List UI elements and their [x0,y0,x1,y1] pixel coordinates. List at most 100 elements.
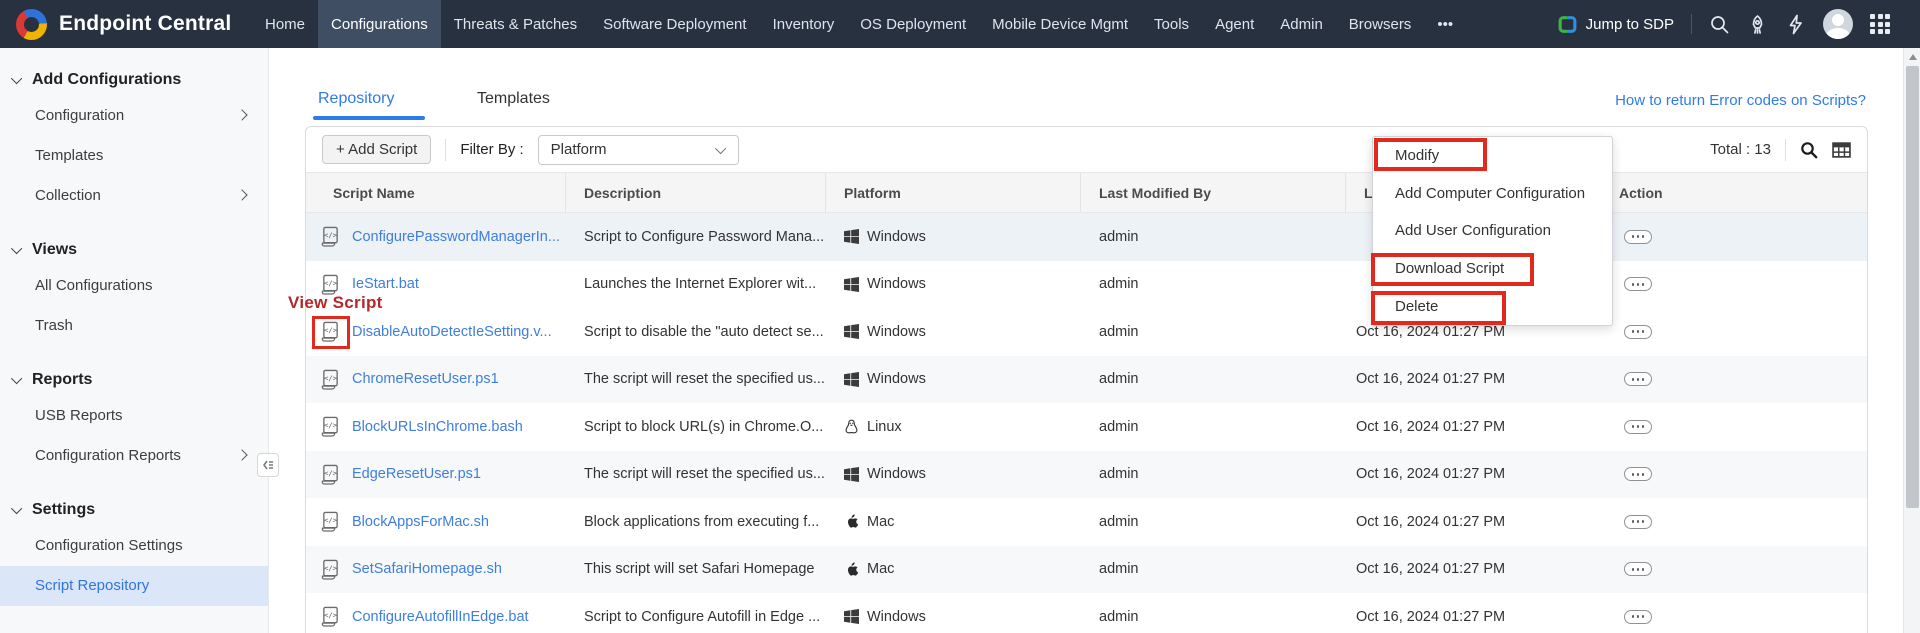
tab-templates[interactable]: Templates [477,90,550,108]
sidebar-collapse-toggle[interactable] [257,453,279,477]
app-grid-icon[interactable] [1870,14,1890,34]
script-name-link[interactable]: DisableAutoDetectIeSetting.v... [352,324,552,340]
column-header-script-name[interactable]: Script Name [306,173,566,212]
menu-item-add-user-configuration[interactable]: Add User Configuration [1373,212,1612,250]
tab-repository[interactable]: Repository [318,90,394,108]
sidebar-item-templates[interactable]: Templates [0,136,268,176]
scrollbar-up-arrow[interactable] [1904,48,1920,65]
script-icon[interactable] [321,369,340,390]
column-header-action[interactable]: Action [1601,173,1867,212]
table-toolbar: + Add Script Filter By : Platform Total … [306,127,1867,172]
script-icon[interactable] [321,416,340,437]
script-name-link[interactable]: BlockURLsInChrome.bash [352,419,523,435]
script-name-link[interactable]: ConfigurePasswordManagerIn... [352,229,560,245]
row-actions-button[interactable] [1624,467,1652,481]
main-content: Repository Templates How to return Error… [269,48,1903,633]
script-icon[interactable] [321,274,340,295]
script-icon[interactable] [321,464,340,485]
search-icon[interactable] [1800,141,1818,159]
sidebar-item-configuration-reports[interactable]: Configuration Reports [0,436,268,476]
windows-icon [844,277,859,292]
sidebar-section-reports[interactable]: Reports [0,364,268,396]
nav-item-os-deployment[interactable]: OS Deployment [847,0,979,48]
row-actions-button[interactable] [1624,610,1652,624]
nav-more-menu[interactable]: ••• [1424,0,1466,48]
script-icon[interactable] [321,226,340,247]
user-avatar[interactable] [1823,9,1853,39]
nav-item-browsers[interactable]: Browsers [1336,0,1425,48]
script-icon[interactable] [321,511,340,532]
row-actions-button[interactable] [1624,562,1652,576]
sidebar-item-configuration-settings[interactable]: Configuration Settings [0,526,268,566]
row-actions-button[interactable] [1624,515,1652,529]
row-actions-button[interactable] [1624,230,1652,244]
script-icon[interactable] [321,559,340,580]
windows-icon [844,229,859,244]
script-name-link[interactable]: EdgeResetUser.ps1 [352,466,481,482]
table-view-icon[interactable] [1832,142,1851,158]
nav-item-tools[interactable]: Tools [1141,0,1202,48]
rocket-icon[interactable] [1747,14,1768,35]
script-name-link[interactable]: IeStart.bat [352,276,419,292]
chevron-right-icon [236,109,247,120]
sidebar-section-add-configurations[interactable]: Add Configurations [0,64,268,96]
error-codes-help-link[interactable]: How to return Error codes on Scripts? [1615,92,1866,109]
sidebar-item-collection[interactable]: Collection [0,176,268,216]
vertical-scrollbar[interactable] [1903,48,1920,633]
nav-item-threats-patches[interactable]: Threats & Patches [441,0,590,48]
column-header-description[interactable]: Description [566,173,826,212]
divider [1785,139,1786,161]
table-row: SetSafariHomepage.sh This script will se… [306,546,1867,594]
sidebar-item-configuration[interactable]: Configuration [0,96,268,136]
menu-item-download-script[interactable]: Download Script [1373,250,1612,288]
nav-item-mobile-device-mgmt[interactable]: Mobile Device Mgmt [979,0,1141,48]
modified-by: admin [1081,593,1346,633]
brand[interactable]: Endpoint Central [0,9,252,40]
endpoint-central-app: Endpoint Central Home Configurations Thr… [0,0,1920,633]
script-name-link[interactable]: BlockAppsForMac.sh [352,514,489,530]
sidebar-item-all-configurations[interactable]: All Configurations [0,266,268,306]
nav-item-agent[interactable]: Agent [1202,0,1267,48]
row-actions-button[interactable] [1624,420,1652,434]
nav-item-inventory[interactable]: Inventory [760,0,848,48]
column-header-platform[interactable]: Platform [826,173,1081,212]
row-actions-button[interactable] [1624,325,1652,339]
row-actions-button[interactable] [1624,277,1652,291]
script-name-link[interactable]: ConfigureAutofillInEdge.bat [352,609,529,625]
modified-by: admin [1081,308,1346,356]
mac-icon [844,514,859,529]
script-description: Launches the Internet Explorer wit... [566,261,826,309]
script-icon[interactable] [321,606,340,627]
script-description: Script to Configure Password Mana... [566,213,826,261]
menu-item-add-computer-configuration[interactable]: Add Computer Configuration [1373,175,1612,213]
menu-item-delete[interactable]: Delete [1373,287,1612,325]
nav-item-admin[interactable]: Admin [1267,0,1336,48]
windows-icon [844,609,859,624]
jump-to-sdp-button[interactable]: Jump to SDP [1557,14,1674,35]
sidebar-section-views[interactable]: Views [0,234,268,266]
script-icon[interactable] [321,321,340,342]
brand-name: Endpoint Central [59,12,231,36]
search-icon[interactable] [1709,14,1730,35]
script-name-link[interactable]: SetSafariHomepage.sh [352,561,502,577]
modified-by: admin [1081,546,1346,594]
script-description: The script will reset the specified us..… [566,451,826,499]
nav-item-software-deployment[interactable]: Software Deployment [590,0,759,48]
sidebar-item-usb-reports[interactable]: USB Reports [0,396,268,436]
menu-item-modify[interactable]: Modify [1373,137,1612,175]
column-header-last-modified-by[interactable]: Last Modified By [1081,173,1346,212]
platform-filter-select[interactable]: Platform [538,135,739,165]
lightning-icon[interactable] [1785,14,1806,35]
nav-item-home[interactable]: Home [252,0,318,48]
sidebar-item-script-repository[interactable]: Script Repository [0,566,268,606]
main-menu: Home Configurations Threats & Patches So… [252,0,1466,48]
windows-icon [844,467,859,482]
nav-item-configurations[interactable]: Configurations [318,0,441,48]
script-name-link[interactable]: ChromeResetUser.ps1 [352,371,499,387]
add-script-button[interactable]: + Add Script [322,135,431,164]
sidebar-item-trash[interactable]: Trash [0,306,268,346]
scrollbar-thumb[interactable] [1906,66,1919,508]
row-actions-button[interactable] [1624,372,1652,386]
sidebar-section-settings[interactable]: Settings [0,494,268,526]
table-row: BlockAppsForMac.sh Block applications fr… [306,498,1867,546]
